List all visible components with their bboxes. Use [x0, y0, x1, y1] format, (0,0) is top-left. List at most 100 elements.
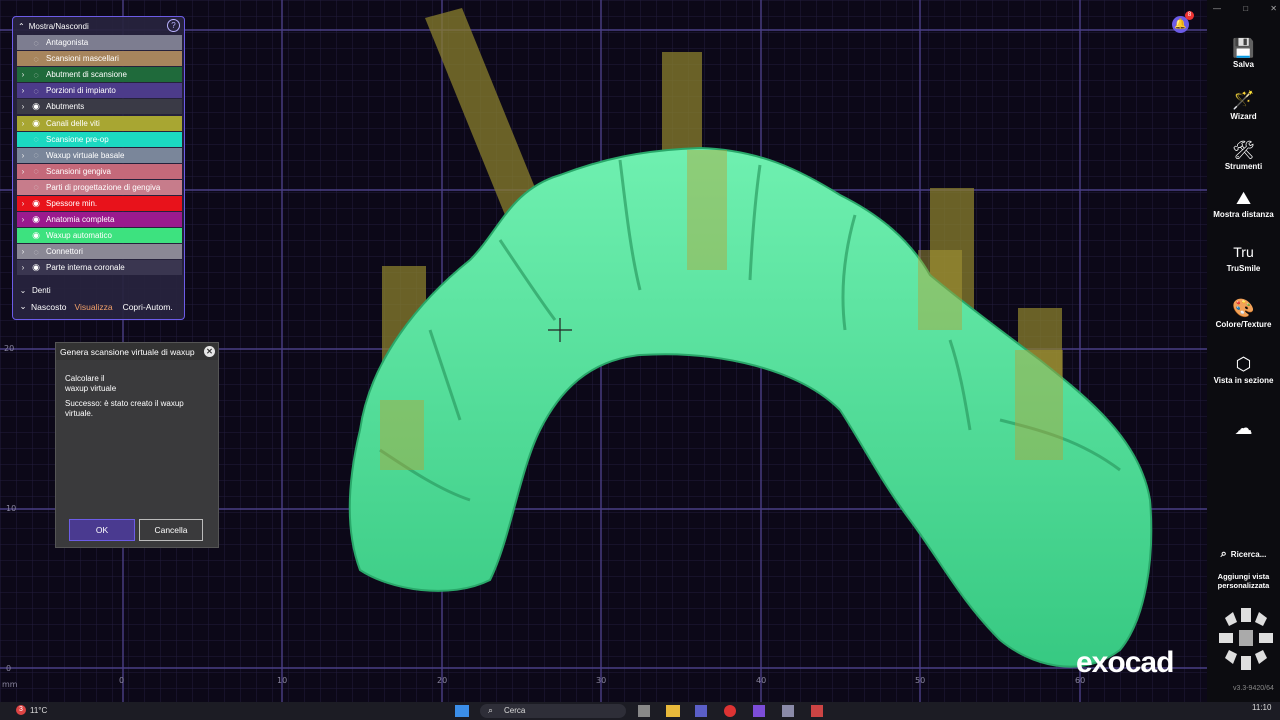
x-tick: 10: [277, 676, 288, 685]
layer-row[interactable]: ◉ Waxup automatico: [17, 228, 182, 244]
wizard-tool[interactable]: 🪄 Wizard: [1207, 88, 1280, 121]
save-icon: 💾: [1232, 38, 1255, 58]
eye-off-icon[interactable]: ◌: [29, 247, 43, 257]
eye-icon[interactable]: ◉: [29, 262, 43, 273]
vista-in-sezione-tool[interactable]: ⬡ Vista in sezione: [1207, 352, 1280, 385]
maximize-button[interactable]: □: [1243, 4, 1248, 13]
exocad-taskbar-icon[interactable]: [782, 705, 794, 717]
layer-row[interactable]: ◌ Scansione pre-op: [17, 131, 182, 147]
chevron-down-icon: ⌄: [19, 286, 27, 295]
app-icon[interactable]: [753, 705, 765, 717]
chevron-right-icon[interactable]: ›: [17, 215, 29, 224]
panel-title: Mostra/Nascondi: [28, 21, 89, 31]
close-icon[interactable]: ✕: [204, 346, 215, 357]
eye-icon[interactable]: ◉: [29, 230, 43, 241]
layer-label: Abutments: [46, 102, 85, 112]
footer-copri[interactable]: Copri-Autom.: [123, 302, 173, 312]
group-denti[interactable]: ⌄ Denti: [17, 283, 182, 298]
cloud-icon[interactable]: ☁: [1207, 416, 1280, 440]
ok-button[interactable]: OK: [69, 519, 135, 541]
layer-row[interactable]: › ◌ Porzioni di impianto: [17, 83, 182, 99]
folder-icon[interactable]: [666, 705, 680, 717]
eye-off-icon[interactable]: ◌: [29, 166, 43, 176]
eye-icon[interactable]: ◉: [29, 198, 43, 209]
eye-off-icon[interactable]: ◌: [29, 70, 43, 80]
help-icon[interactable]: ?: [167, 19, 180, 32]
panel-header[interactable]: ⌃ Mostra/Nascondi: [13, 17, 184, 35]
x-tick: 0: [119, 676, 125, 685]
chevron-right-icon[interactable]: ›: [17, 151, 29, 160]
strumenti-tool[interactable]: 🛠 Strumenti: [1207, 138, 1280, 171]
y-tick: 20: [4, 344, 15, 353]
footer-visualizza[interactable]: Visualizza: [74, 302, 112, 312]
eye-icon[interactable]: ◉: [29, 214, 43, 225]
trusmile-icon: Tru: [1233, 244, 1254, 260]
section-view-icon: ⬡: [1235, 354, 1252, 374]
layer-label: Parte interna coronale: [46, 263, 125, 273]
dialog-line: Calcolare il: [65, 374, 105, 383]
panel-footer: ⌄ Nascosto Visualizza Copri-Autom.: [17, 301, 182, 312]
x-tick: 20: [437, 676, 448, 685]
footer-nascosto[interactable]: Nascosto: [31, 302, 66, 312]
search-icon: ⌕: [1220, 548, 1227, 560]
clock[interactable]: 11:10: [1252, 703, 1271, 712]
window-controls: — □ ✕: [1213, 4, 1277, 13]
layer-row[interactable]: ◌ Parti di progettazione di gengiva: [17, 179, 182, 195]
layer-row[interactable]: › ◉ Anatomia completa: [17, 212, 182, 228]
minimize-button[interactable]: —: [1213, 4, 1221, 13]
layer-label: Waxup virtuale basale: [46, 150, 125, 160]
chrome-icon[interactable]: [724, 705, 736, 717]
eye-off-icon[interactable]: ◌: [29, 86, 43, 96]
layer-row[interactable]: › ◉ Parte interna coronale: [17, 260, 182, 276]
layer-row[interactable]: › ◌ Connettori: [17, 244, 182, 260]
layer-row[interactable]: › ◌ Waxup virtuale basale: [17, 147, 182, 163]
windows-start-icon[interactable]: [455, 705, 469, 717]
weather-label[interactable]: 11°C: [30, 706, 47, 715]
chevron-right-icon[interactable]: ›: [17, 70, 29, 79]
tool-label: Wizard: [1230, 112, 1257, 121]
search-button[interactable]: ⌕ Ricerca...: [1207, 548, 1280, 561]
eye-icon[interactable]: ◉: [29, 101, 43, 112]
trusmile-tool[interactable]: Tru TruSmile: [1207, 240, 1280, 273]
show-hide-panel: ⌃ Mostra/Nascondi ? ◌ Antagonista ◌ Scansio…: [12, 16, 185, 320]
teams-icon[interactable]: [695, 705, 707, 717]
chevron-right-icon[interactable]: ›: [17, 119, 29, 128]
layer-row[interactable]: ◌ Scansioni mascellari: [17, 51, 182, 67]
mostra-distanza-tool[interactable]: ⛰ Mostra distanza: [1207, 186, 1280, 219]
salva-tool[interactable]: 💾 Salva: [1207, 36, 1280, 69]
tool-label: TruSmile: [1226, 264, 1261, 273]
layer-row[interactable]: › ◌ Scansioni gengiva: [17, 163, 182, 179]
eye-off-icon[interactable]: ◌: [29, 182, 43, 192]
chevron-right-icon[interactable]: ›: [17, 86, 29, 95]
layer-label: Canali delle viti: [46, 118, 100, 128]
add-view-button[interactable]: Aggiungi vista personalizzata: [1207, 572, 1280, 590]
app-icon[interactable]: [638, 705, 650, 717]
chevron-right-icon[interactable]: ›: [17, 102, 29, 111]
layer-row[interactable]: › ◉ Spessore min.: [17, 196, 182, 211]
layer-row[interactable]: ◌ Antagonista: [17, 35, 182, 50]
colore-texture-tool[interactable]: 🎨 Colore/Texture: [1207, 296, 1280, 329]
exocad-logo: exocad: [1076, 646, 1174, 679]
chevron-right-icon[interactable]: ›: [17, 247, 29, 256]
eye-off-icon[interactable]: ◌: [29, 134, 43, 144]
app-icon[interactable]: [811, 705, 823, 717]
eye-icon[interactable]: ◉: [29, 118, 43, 129]
chevron-right-icon[interactable]: ›: [17, 199, 29, 208]
view-navigator-icon[interactable]: [1217, 606, 1277, 674]
layer-label: Waxup automatico: [46, 231, 112, 241]
layer-row[interactable]: › ◉ Canali delle viti: [17, 115, 182, 131]
layer-row[interactable]: › ◌ Abutment di scansione: [17, 67, 182, 83]
chevron-right-icon[interactable]: ›: [17, 263, 29, 272]
chevron-right-icon[interactable]: ›: [17, 167, 29, 176]
eye-off-icon[interactable]: ◌: [29, 150, 43, 160]
close-window-button[interactable]: ✕: [1270, 4, 1277, 13]
right-toolbar: — □ ✕ 💾 Salva 🪄 Wizard 🛠 Strumenti ⛰ Mostra dis…: [1207, 0, 1280, 702]
taskbar-search[interactable]: ⌕ Cerca: [480, 704, 626, 718]
layer-row[interactable]: › ◉ Abutments: [17, 99, 182, 115]
x-tick: 50: [915, 676, 926, 685]
eye-off-icon[interactable]: ◌: [29, 54, 43, 64]
cancel-button[interactable]: Cancella: [139, 519, 203, 541]
tools-icon: 🛠: [1232, 140, 1255, 160]
eye-off-icon[interactable]: ◌: [29, 38, 43, 48]
dialog-line: waxup virtuale: [65, 384, 117, 393]
